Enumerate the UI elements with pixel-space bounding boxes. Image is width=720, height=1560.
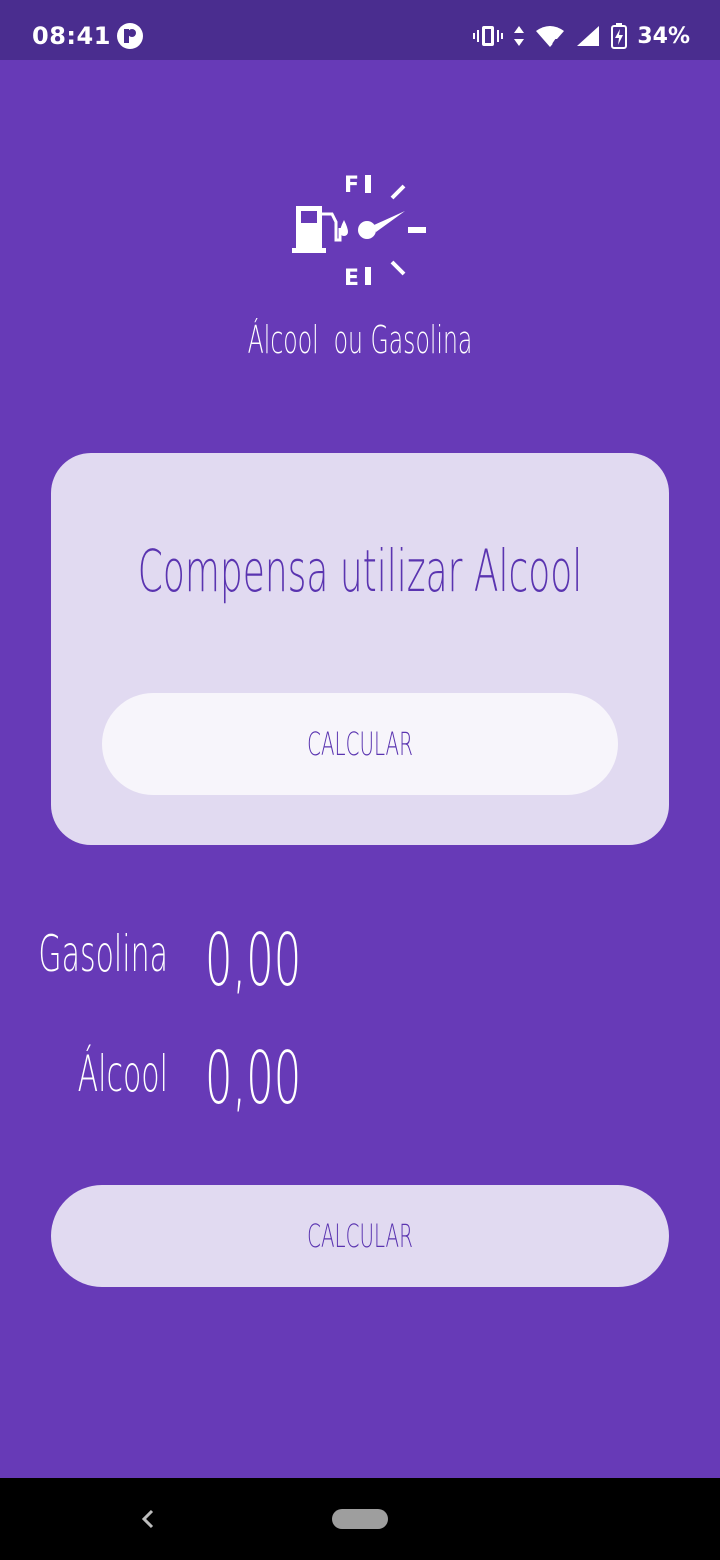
cell-signal-icon <box>577 26 600 46</box>
gasolina-label: Gasolina <box>38 925 168 983</box>
status-time: 08:41 <box>32 22 111 50</box>
alcool-label: Álcool <box>77 1045 168 1103</box>
gasolina-input[interactable] <box>205 918 385 1002</box>
app-title: Álcool ou Gasolina <box>247 318 473 362</box>
home-pill-icon[interactable] <box>332 1509 388 1529</box>
data-arrows-icon <box>514 26 525 46</box>
fuel-gauge-icon: F E <box>292 173 426 290</box>
card-calculate-button[interactable]: CALCULAR <box>102 693 618 795</box>
status-icons: 4 34% <box>473 20 690 52</box>
alcool-input[interactable] <box>205 1036 385 1120</box>
gauge-full-label: F <box>344 173 359 198</box>
battery-charging-icon <box>611 23 628 49</box>
calculate-button[interactable]: CALCULAR <box>51 1185 669 1287</box>
gauge-empty-label: E <box>344 266 359 290</box>
wifi-icon: 4 <box>536 26 565 48</box>
battery-percent: 34% <box>637 23 690 49</box>
app-screen: 08:41 4 34% F E Álcool ou Gasolina Compe… <box>0 0 720 1560</box>
navigation-bar <box>0 1478 720 1560</box>
calculate-button-label: CALCULAR <box>307 1217 413 1255</box>
app-notification-icon <box>117 23 143 49</box>
back-icon[interactable] <box>136 1504 160 1534</box>
svg-text:4: 4 <box>552 38 559 48</box>
vibrate-icon <box>473 26 504 46</box>
status-bar: 08:41 4 34% <box>0 0 720 60</box>
card-calculate-label: CALCULAR <box>307 725 413 763</box>
result-text: Compensa utilizar Alcool <box>137 537 583 605</box>
